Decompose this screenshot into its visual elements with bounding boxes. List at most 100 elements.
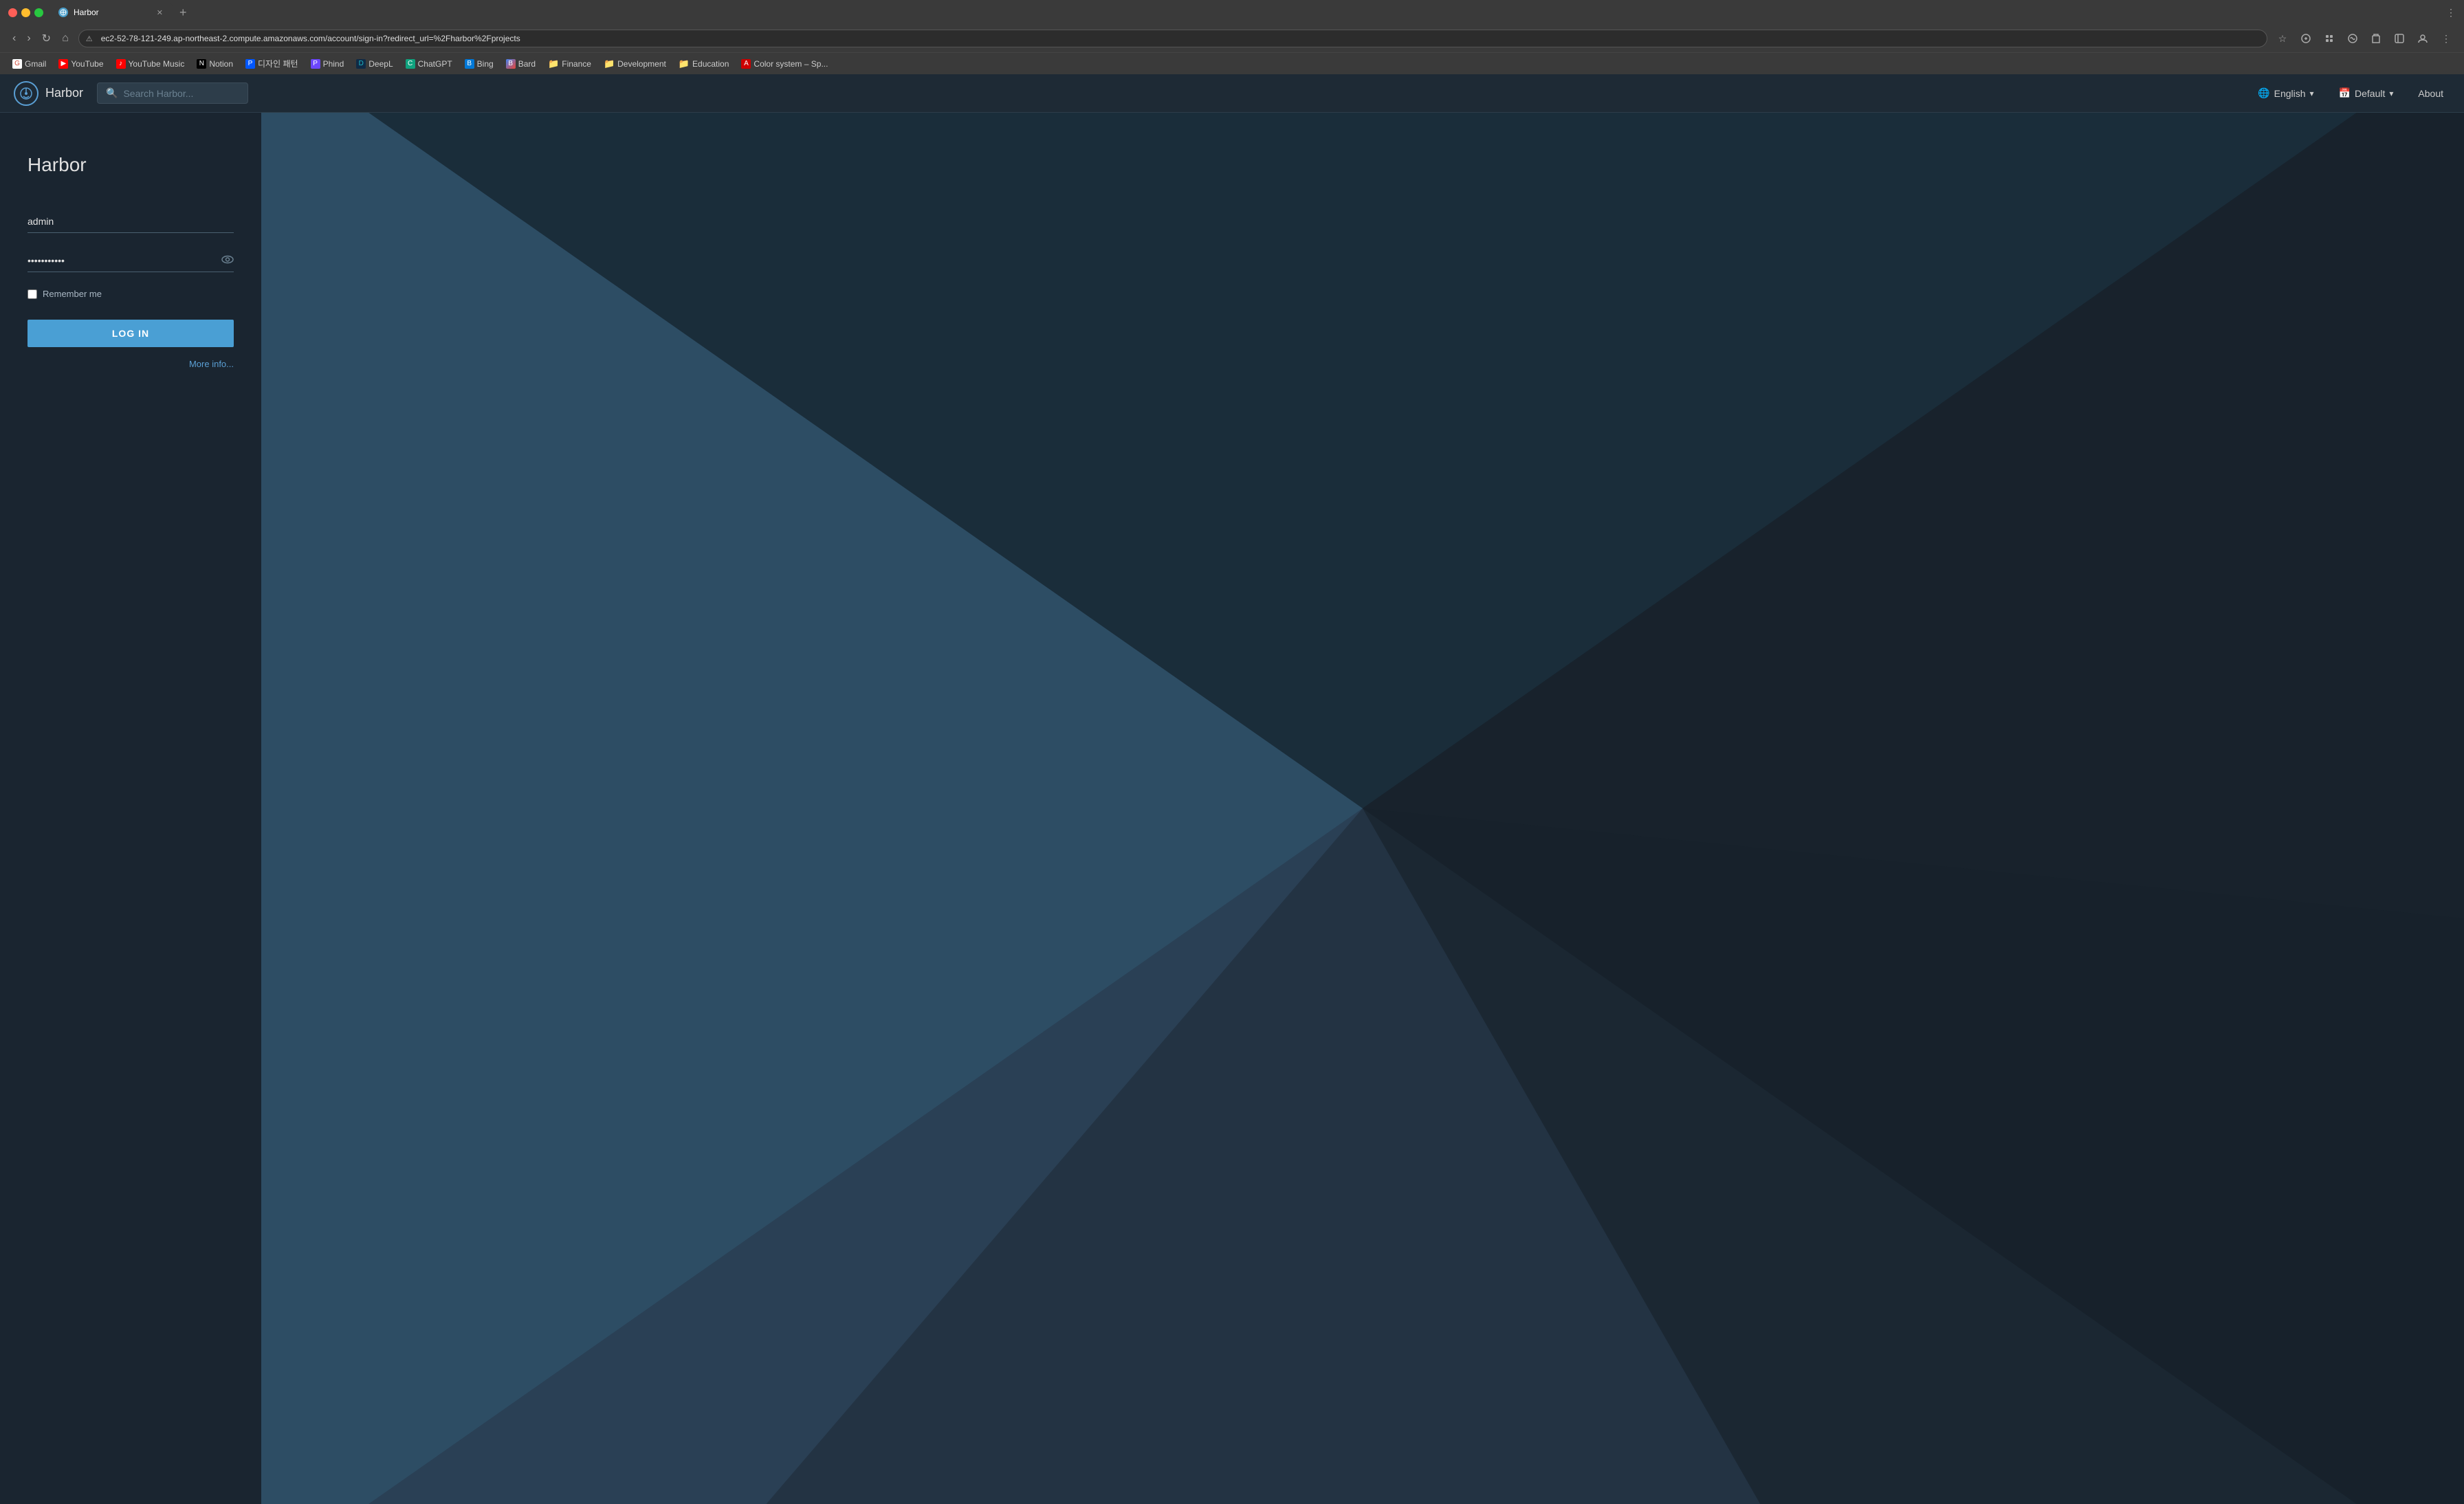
bookmark-chatgpt[interactable]: C ChatGPT bbox=[400, 57, 458, 71]
home-button[interactable]: ⌂ bbox=[58, 31, 73, 46]
bookmark-dev[interactable]: 📁 Development bbox=[598, 56, 672, 71]
address-warning-icon: ⚠ bbox=[86, 34, 93, 43]
login-panel: Harbor Remember me LOG IN More info... bbox=[0, 113, 261, 1504]
dev-folder-icon: 📁 bbox=[604, 58, 615, 69]
bookmark-bing-label: Bing bbox=[477, 59, 494, 69]
bookmark-phind[interactable]: P Phind bbox=[305, 57, 350, 71]
design-favicon: P bbox=[245, 59, 255, 69]
about-label: About bbox=[2418, 88, 2443, 99]
more-options-button[interactable]: ⋮ bbox=[2436, 29, 2456, 48]
traffic-light-maximize[interactable] bbox=[34, 8, 43, 17]
language-chevron-icon: ▾ bbox=[2310, 89, 2314, 98]
password-wrapper bbox=[28, 250, 234, 272]
address-bar[interactable]: ⚠ bbox=[78, 30, 2267, 47]
bard-favicon: B bbox=[506, 59, 516, 69]
edu-folder-icon: 📁 bbox=[679, 58, 690, 69]
bookmark-notion-label: Notion bbox=[209, 59, 233, 69]
address-bar-row: ‹ › ↻ ⌂ ⚠ ☆ bbox=[0, 25, 2464, 52]
gmail-favicon: G bbox=[12, 59, 22, 69]
search-placeholder-text: Search Harbor... bbox=[123, 88, 193, 99]
back-button[interactable]: ‹ bbox=[8, 31, 20, 46]
logo-icon bbox=[14, 81, 38, 106]
default-label: Default bbox=[2355, 88, 2385, 99]
navbar: Harbor 🔍 Search Harbor... 🌐 English ▾ 📅 … bbox=[0, 74, 2464, 113]
bookmark-youtube-label: YouTube bbox=[71, 59, 103, 69]
bookmark-gmail-label: Gmail bbox=[25, 59, 46, 69]
bookmark-notion[interactable]: N Notion bbox=[191, 57, 239, 71]
chatgpt-favicon: C bbox=[406, 59, 415, 69]
default-selector[interactable]: 📅 Default ▾ bbox=[2332, 83, 2401, 103]
about-link[interactable]: About bbox=[2411, 84, 2450, 103]
password-group bbox=[28, 250, 234, 272]
bookmark-bard[interactable]: B Bard bbox=[500, 57, 541, 71]
traffic-light-close[interactable] bbox=[8, 8, 17, 17]
reload-button[interactable]: ↻ bbox=[38, 30, 55, 47]
youtube-favicon: ▶ bbox=[58, 59, 68, 69]
navbar-search[interactable]: 🔍 Search Harbor... bbox=[97, 82, 248, 104]
navbar-logo[interactable]: Harbor bbox=[14, 81, 83, 106]
bookmark-chatgpt-label: ChatGPT bbox=[418, 59, 452, 69]
browser-titlebar: Harbor ✕ + ⋮ bbox=[0, 0, 2464, 25]
tab-close-button[interactable]: ✕ bbox=[157, 8, 163, 17]
login-button[interactable]: LOG IN bbox=[28, 320, 234, 347]
calendar-icon: 📅 bbox=[2339, 87, 2351, 99]
bookmark-dev-label: Development bbox=[617, 59, 666, 69]
bookmark-color[interactable]: A Color system – Sp... bbox=[736, 57, 833, 71]
bookmark-gmail[interactable]: G Gmail bbox=[7, 57, 52, 71]
bookmark-ytmusic[interactable]: ♪ YouTube Music bbox=[111, 57, 190, 71]
tab-bar: Harbor ✕ + bbox=[49, 2, 2441, 23]
language-selector[interactable]: 🌐 English ▾ bbox=[2251, 83, 2320, 103]
bookmark-youtube[interactable]: ▶ YouTube bbox=[53, 57, 109, 71]
new-tab-button[interactable]: + bbox=[175, 4, 191, 21]
toggle-password-button[interactable] bbox=[221, 253, 234, 269]
remember-me-label: Remember me bbox=[43, 289, 102, 299]
bookmark-design[interactable]: P 디자인 패턴 bbox=[240, 56, 304, 71]
geometric-background bbox=[261, 113, 2464, 1504]
extension-btn-2[interactable] bbox=[2320, 29, 2339, 48]
bookmark-star-button[interactable]: ☆ bbox=[2273, 29, 2292, 48]
bookmark-color-label: Color system – Sp... bbox=[754, 59, 828, 69]
bookmark-finance-label: Finance bbox=[562, 59, 591, 69]
browser-tab-harbor[interactable]: Harbor ✕ bbox=[49, 2, 173, 23]
login-title: Harbor bbox=[28, 154, 234, 176]
toolbar-icons: ☆ ⋮ bbox=[2273, 29, 2456, 48]
deepl-favicon: D bbox=[356, 59, 366, 69]
bookmark-phind-label: Phind bbox=[323, 59, 344, 69]
navbar-right: 🌐 English ▾ 📅 Default ▾ About bbox=[2251, 83, 2450, 103]
traffic-lights bbox=[8, 8, 43, 17]
traffic-light-minimize[interactable] bbox=[21, 8, 30, 17]
extension-btn-4[interactable] bbox=[2366, 29, 2386, 48]
window-menu-button[interactable]: ⋮ bbox=[2446, 7, 2456, 19]
language-label: English bbox=[2274, 88, 2306, 99]
nav-buttons: ‹ › ↻ ⌂ bbox=[8, 30, 73, 47]
tab-favicon bbox=[58, 8, 68, 17]
folder-icon: 📁 bbox=[548, 58, 559, 69]
tab-title: Harbor bbox=[74, 8, 99, 17]
username-group bbox=[28, 210, 234, 233]
bookmark-ytmusic-label: YouTube Music bbox=[129, 59, 185, 69]
window-controls: ⋮ bbox=[2446, 7, 2456, 19]
graphic-panel bbox=[261, 113, 2464, 1504]
forward-button[interactable]: › bbox=[23, 31, 34, 46]
bookmark-edu[interactable]: 📁 Education bbox=[673, 56, 735, 71]
app-wrapper: Harbor 🔍 Search Harbor... 🌐 English ▾ 📅 … bbox=[0, 74, 2464, 1504]
extension-btn-1[interactable] bbox=[2296, 29, 2316, 48]
main-layout: Harbor Remember me LOG IN More info... bbox=[0, 113, 2464, 1504]
profile-button[interactable] bbox=[2413, 29, 2432, 48]
sidebar-toggle-button[interactable] bbox=[2390, 29, 2409, 48]
bookmarks-bar: G Gmail ▶ YouTube ♪ YouTube Music N Noti… bbox=[0, 52, 2464, 74]
remember-me-checkbox[interactable] bbox=[28, 289, 37, 299]
more-info-link[interactable]: More info... bbox=[189, 359, 234, 369]
bookmark-finance[interactable]: 📁 Finance bbox=[542, 56, 597, 71]
browser-chrome: Harbor ✕ + ⋮ ‹ › ↻ ⌂ ⚠ ☆ bbox=[0, 0, 2464, 74]
bookmark-edu-label: Education bbox=[692, 59, 729, 69]
bookmark-deepl-label: DeepL bbox=[368, 59, 393, 69]
extension-btn-3[interactable] bbox=[2343, 29, 2362, 48]
bookmark-bing[interactable]: B Bing bbox=[459, 57, 499, 71]
default-chevron-icon: ▾ bbox=[2389, 89, 2393, 98]
bookmark-deepl[interactable]: D DeepL bbox=[351, 57, 398, 71]
username-input[interactable] bbox=[28, 210, 234, 233]
more-info-section: More info... bbox=[28, 358, 234, 371]
address-input[interactable] bbox=[101, 34, 2257, 43]
password-input[interactable] bbox=[28, 250, 234, 272]
